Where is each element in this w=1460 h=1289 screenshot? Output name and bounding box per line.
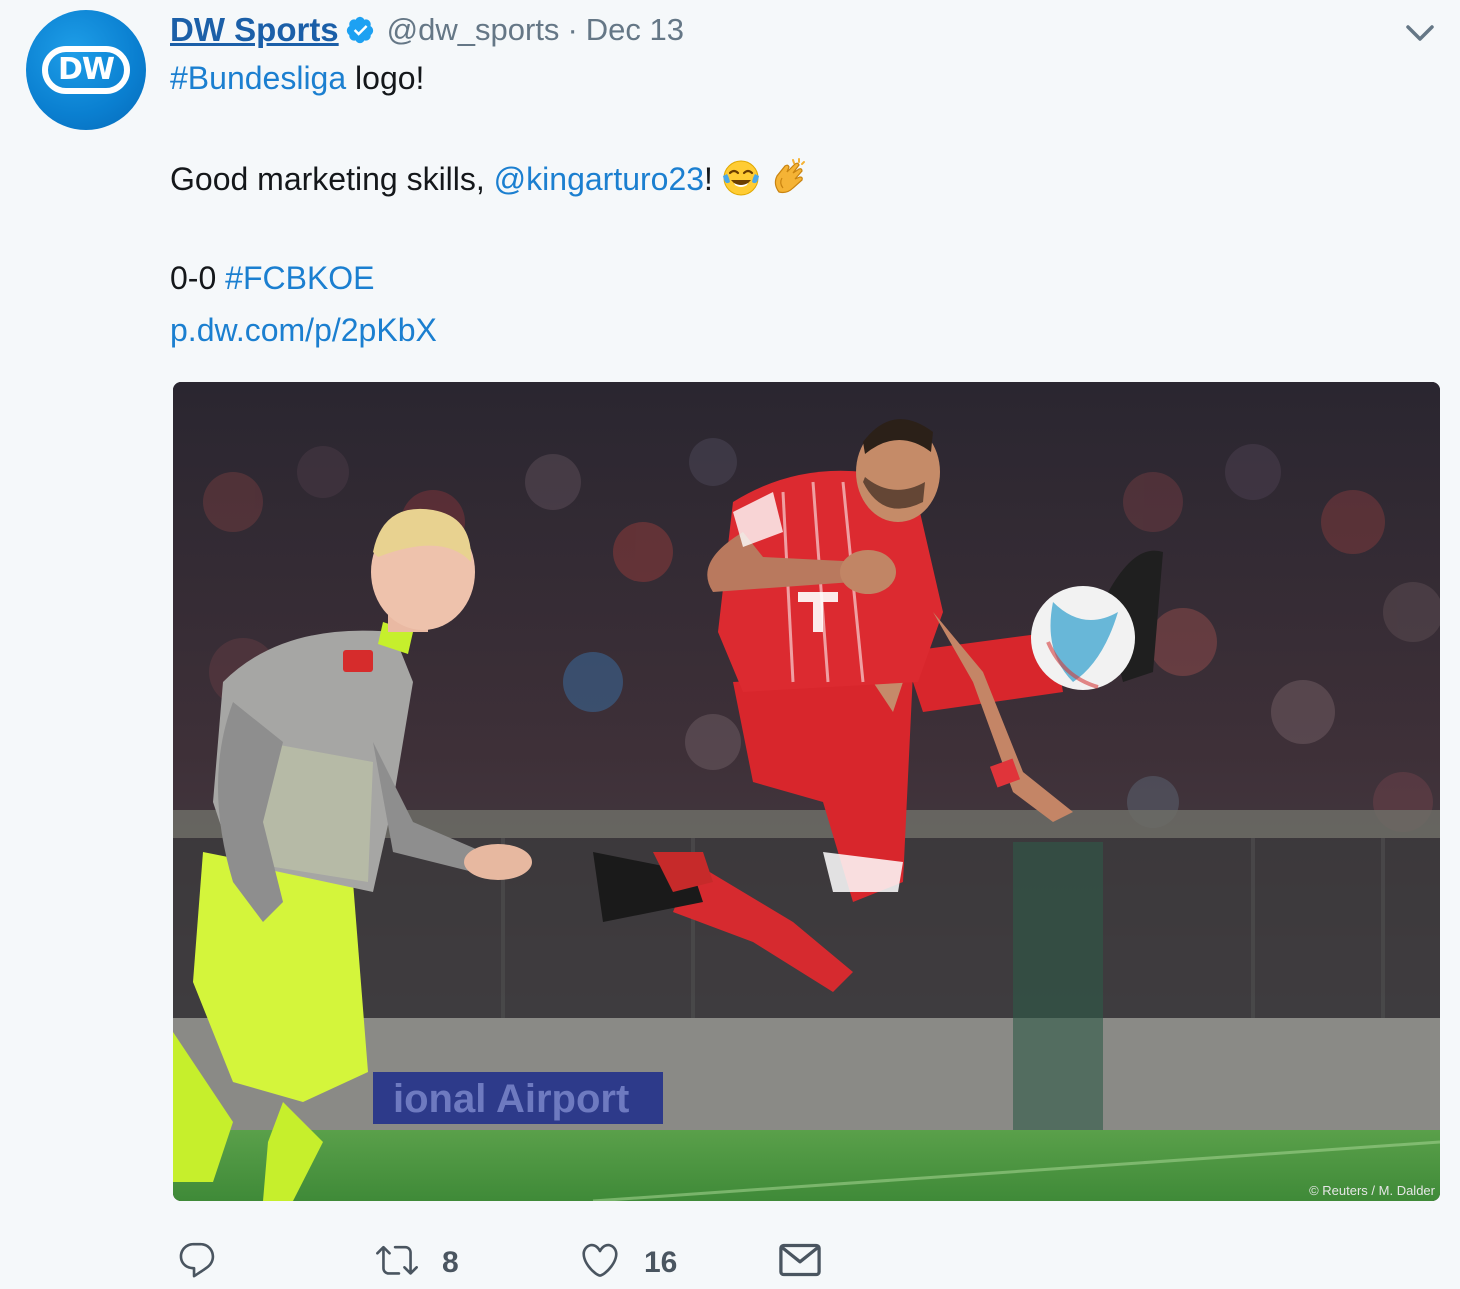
like-count: 16	[644, 1246, 678, 1279]
retweet-icon	[376, 1245, 418, 1275]
face-with-tears-of-joy-icon	[722, 160, 759, 196]
reply-button[interactable]	[176, 1234, 240, 1286]
user-handle[interactable]: @dw_sports	[387, 12, 560, 48]
tweet: DW DW Sports @dw_sports · Dec 13 #Bundes…	[0, 0, 1460, 1289]
dw-logo: DW	[42, 46, 130, 94]
tweet-photo[interactable]: ional Airport © Reuters / M. Dalder	[173, 382, 1440, 1201]
tweet-header: DW Sports @dw_sports · Dec 13	[170, 8, 684, 52]
retweet-button[interactable]: 8	[374, 1234, 459, 1286]
tweet-text-line-1: #Bundesliga logo!	[170, 58, 424, 98]
heart-icon	[582, 1243, 618, 1277]
separator-dot: ·	[567, 12, 578, 47]
photo-credit: © Reuters / M. Dalder	[1309, 1183, 1436, 1198]
ad-board-text: ional Airport	[393, 1077, 629, 1121]
retweet-count: 8	[442, 1246, 459, 1279]
tweet-text-segment: 0-0	[170, 260, 226, 296]
tweet-text-segment: logo!	[346, 60, 425, 96]
mention-kingarturo23[interactable]: @kingarturo23	[494, 161, 704, 197]
clapping-hands-icon	[774, 158, 805, 194]
like-button[interactable]: 16	[578, 1234, 677, 1286]
envelope-icon	[779, 1243, 821, 1277]
tweet-text-line-2: Good marketing skills, @kingarturo23!	[170, 158, 809, 199]
direct-message-button[interactable]	[778, 1234, 822, 1286]
hashtag-bundesliga[interactable]: #Bundesliga	[170, 60, 346, 96]
tweet-text-line-3: 0-0 #FCBKOE	[170, 258, 375, 298]
tweet-text-line-4: p.dw.com/p/2pKbX	[170, 310, 437, 350]
verified-badge-icon	[346, 16, 373, 44]
hashtag-fcbkoe[interactable]: #FCBKOE	[225, 260, 374, 296]
tweet-url-link[interactable]: p.dw.com/p/2pKbX	[170, 312, 437, 348]
chevron-down-icon[interactable]	[1400, 18, 1440, 48]
avatar[interactable]: DW	[26, 10, 146, 130]
tweet-text-segment: Good marketing skills,	[170, 161, 494, 197]
football-match-photo: ional Airport © Reuters / M. Dalder	[173, 382, 1440, 1201]
reply-icon	[179, 1242, 215, 1278]
tweet-date[interactable]: Dec 13	[586, 12, 684, 48]
display-name[interactable]: DW Sports	[170, 11, 339, 49]
tweet-text-segment: !	[704, 161, 713, 197]
